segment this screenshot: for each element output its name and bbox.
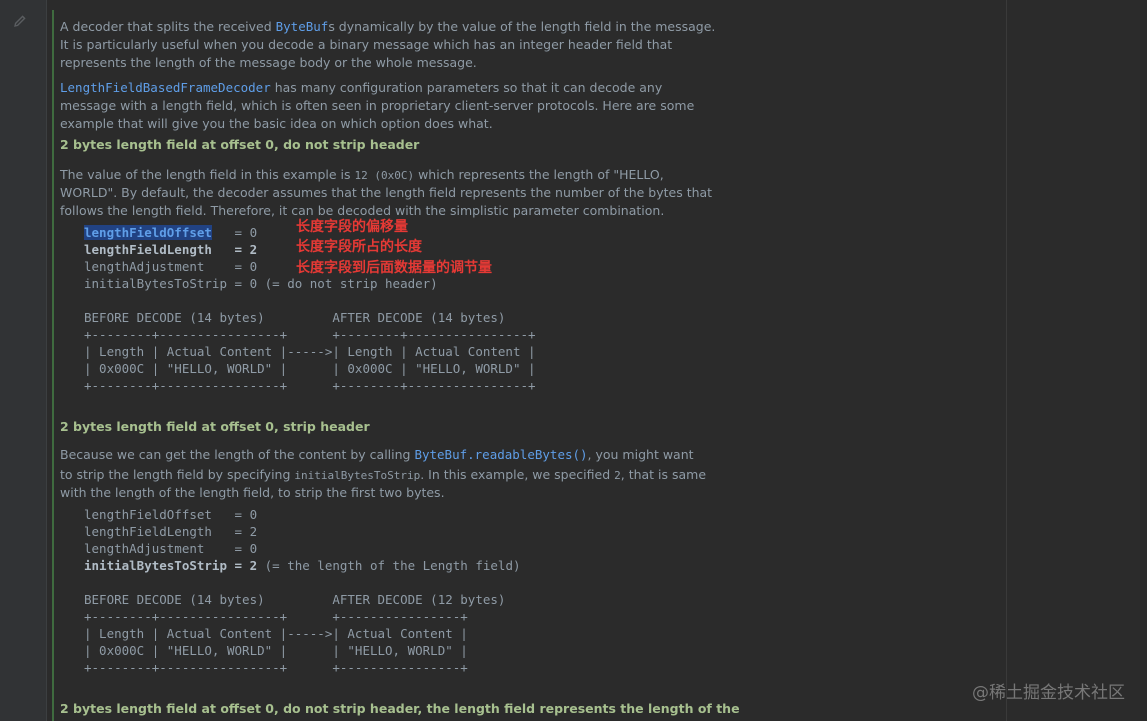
paragraph-config-line1: LengthFieldBasedFrameDecoder has many co… <box>60 79 662 97</box>
paragraph-config-line3: example that will give you the basic ide… <box>60 116 493 131</box>
annotation-length: 长度字段所占的长度 <box>296 239 422 255</box>
bold-token: initialBytesToStrip = 2 <box>84 558 258 573</box>
gutter-divider <box>46 0 47 721</box>
code-text: lengthAdjustment = 0 <box>84 259 258 274</box>
inline-code: 2 <box>614 469 621 482</box>
bold-token: lengthFieldLength <box>84 242 212 257</box>
paragraph-strip-line1: Because we can get the length of the con… <box>60 446 694 464</box>
code-text: lengthAdjustment = 0 <box>84 541 258 556</box>
decoder-class-link[interactable]: LengthFieldBasedFrameDecoder <box>60 80 271 95</box>
code-block-2-params: lengthFieldOffset = 0 lengthFieldLength … <box>84 506 521 574</box>
paragraph-intro-line1: A decoder that splits the received ByteB… <box>60 18 715 36</box>
editor-gutter <box>0 0 46 721</box>
selected-token[interactable]: lengthFieldOffset <box>84 225 212 240</box>
text: , that is same <box>620 467 707 482</box>
right-margin-guide <box>1006 0 1007 721</box>
inline-code: initialBytesToStrip <box>294 469 421 482</box>
text: The value of the length field in this ex… <box>60 167 355 182</box>
text: A decoder that splits the received <box>60 19 276 34</box>
text: has many configuration parameters so tha… <box>270 80 663 95</box>
watermark: @稀土掘金技术社区 <box>972 683 1125 703</box>
code-block-1-table: BEFORE DECODE (14 bytes) AFTER DECODE (1… <box>84 310 536 393</box>
text: to strip the length field by specifying <box>60 467 295 482</box>
pencil-icon[interactable] <box>12 13 28 29</box>
code-text: (= the length of the Length field) <box>257 558 521 573</box>
code-text: = 0 <box>211 225 258 240</box>
text: . In this example, we specified <box>420 467 615 482</box>
section-heading-2: 2 bytes length field at offset 0, strip … <box>60 419 370 434</box>
text: , you might want <box>587 447 694 462</box>
paragraph-intro-line3: represents the length of the message bod… <box>60 55 477 70</box>
text: Because we can get the length of the con… <box>60 447 415 462</box>
code-text: initialBytesToStrip = 0 (= do not strip … <box>84 276 438 291</box>
rendered-doc-marker <box>52 10 54 721</box>
paragraph-config-line2: message with a length field, which is of… <box>60 98 695 113</box>
section-heading-1: 2 bytes length field at offset 0, do not… <box>60 137 420 152</box>
inline-code: 12 (0x0C) <box>354 169 415 182</box>
code-text: lengthFieldLength = 2 <box>84 524 258 539</box>
annotation-adjustment: 长度字段到后面数据量的调节量 <box>296 260 492 276</box>
paragraph-intro-line2: It is particularly useful when you decod… <box>60 37 673 52</box>
paragraph-strip-line3: with the length of the length field, to … <box>60 485 445 500</box>
paragraph-value-line1: The value of the length field in this ex… <box>60 166 664 185</box>
readable-bytes-link[interactable]: ByteBuf.readableBytes() <box>414 447 587 462</box>
code-block-2-table: BEFORE DECODE (14 bytes) AFTER DECODE (1… <box>84 592 506 675</box>
paragraph-value-line2: WORLD". By default, the decoder assumes … <box>60 185 713 200</box>
bold-token: = 2 <box>211 242 258 257</box>
paragraph-strip-line2: to strip the length field by specifying … <box>60 466 706 485</box>
section-heading-3: 2 bytes length field at offset 0, do not… <box>60 701 740 716</box>
text: which represents the length of "HELLO, <box>414 167 664 182</box>
text: s dynamically by the value of the length… <box>328 19 716 34</box>
bytebuf-link[interactable]: ByteBuf <box>276 19 329 34</box>
annotation-offset: 长度字段的偏移量 <box>296 219 408 235</box>
code-text: lengthFieldOffset = 0 <box>84 507 258 522</box>
